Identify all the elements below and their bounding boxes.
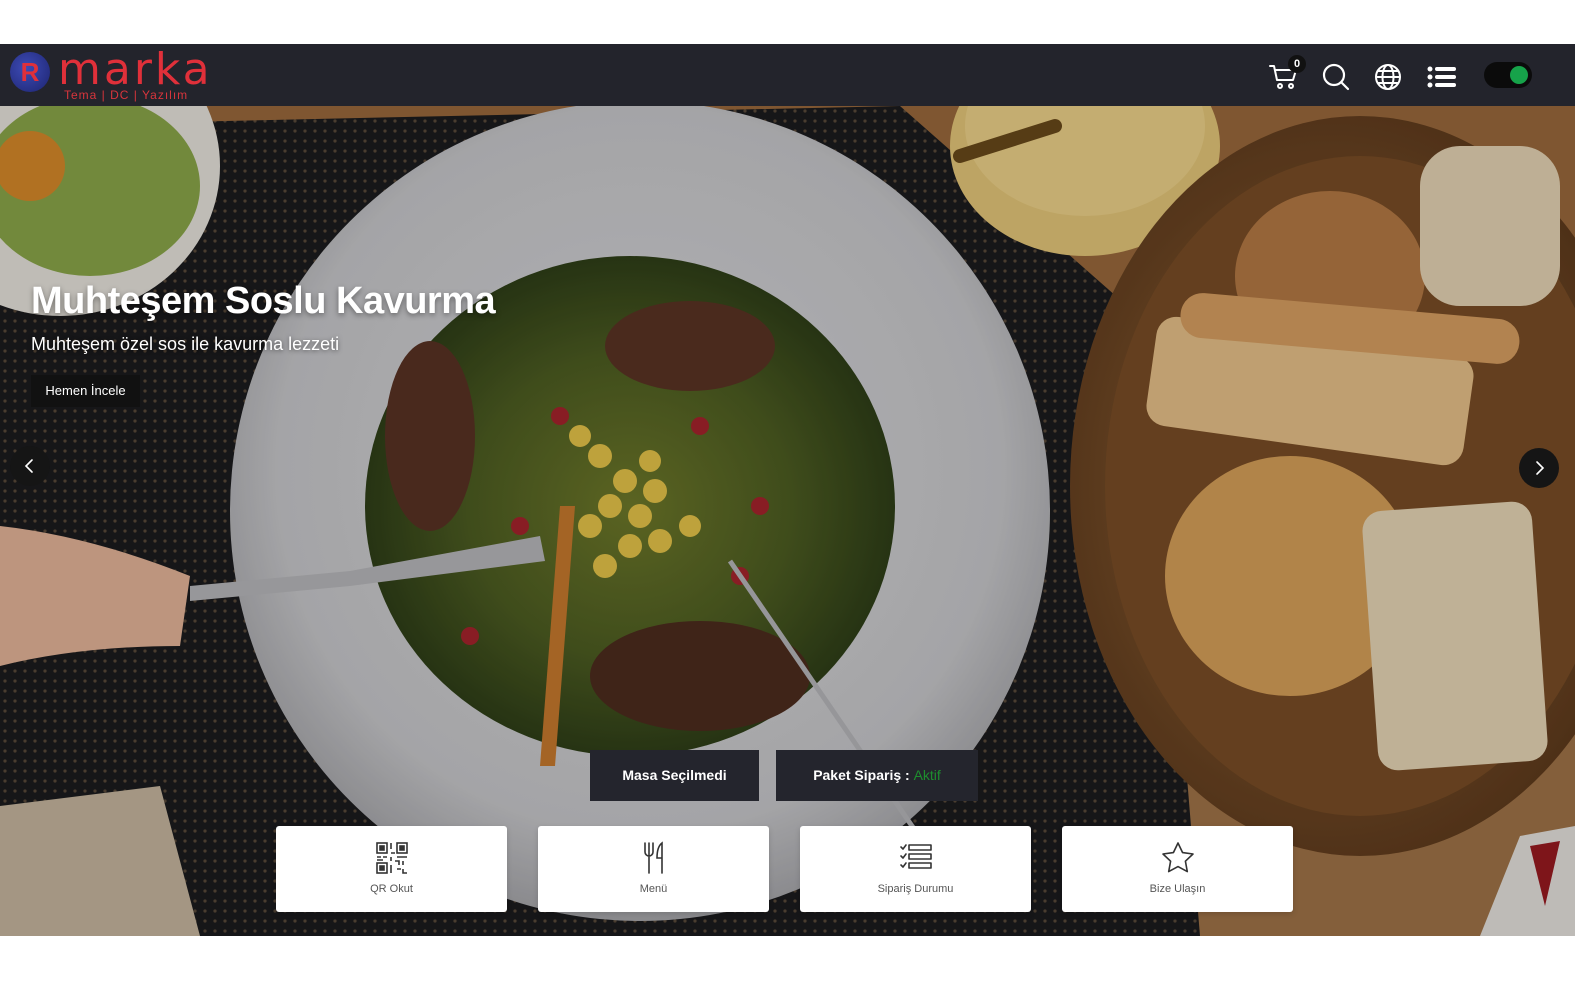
slider-prev-button[interactable] — [10, 446, 50, 486]
theme-toggle[interactable] — [1484, 62, 1532, 88]
hero-cta-button[interactable]: Hemen İncele — [31, 375, 140, 407]
list-icon — [1427, 66, 1456, 88]
star-icon — [1162, 842, 1194, 873]
bottom-blank-area — [0, 936, 1575, 984]
logo-letter: R — [20, 57, 40, 87]
contact-card[interactable]: Bize Ulaşın — [1062, 826, 1293, 912]
hero-title: Muhteşem Soslu Kavurma — [31, 280, 496, 322]
qr-scan-label: QR Okut — [370, 883, 413, 895]
menu-label: Menü — [639, 883, 668, 895]
quick-actions: QR Okut Menü Sipariş Durumu Bize Ulaşın — [0, 826, 1575, 914]
hero-slider: Muhteşem Soslu Kavurma Muhteşem özel sos… — [0, 106, 1575, 936]
chevron-right-icon — [1536, 461, 1545, 475]
table-status-label: Masa Seçilmedi — [622, 767, 727, 783]
navbar: R marka Tema | DC | Yazılım 0 — [0, 44, 1575, 106]
package-order-label: Paket Sipariş : — [813, 767, 910, 783]
slider-next-button[interactable] — [1519, 448, 1559, 488]
brand-logo[interactable]: R marka Tema | DC | Yazılım — [10, 48, 240, 102]
cart-count-badge: 0 — [1288, 55, 1306, 73]
search-icon — [1322, 63, 1350, 91]
search-button[interactable] — [1320, 61, 1352, 93]
hero-subtitle: Muhteşem özel sos ile kavurma lezzeti — [31, 334, 340, 354]
package-order-status: Aktif — [913, 767, 941, 783]
logo-wordmark: marka — [58, 44, 213, 95]
top-blank-area — [0, 0, 1575, 44]
language-button[interactable] — [1372, 61, 1404, 93]
logo-tagline: Tema | DC | Yazılım — [64, 88, 189, 102]
hero-dim-overlay — [0, 106, 1575, 936]
contact-label: Bize Ulaşın — [1149, 883, 1206, 895]
table-status-button[interactable]: Masa Seçilmedi — [590, 750, 759, 801]
toggle-knob — [1510, 66, 1528, 84]
globe-icon — [1375, 64, 1401, 90]
qr-scan-card[interactable]: QR Okut — [276, 826, 507, 912]
cart-button[interactable]: 0 — [1268, 55, 1306, 93]
qr-code-icon — [376, 842, 408, 874]
menu-list-button[interactable] — [1426, 61, 1458, 93]
order-status-label: Sipariş Durumu — [877, 883, 954, 895]
fork-knife-icon — [644, 841, 663, 874]
chevron-left-icon — [24, 459, 33, 473]
order-status-card[interactable]: Sipariş Durumu — [800, 826, 1031, 912]
package-order-button[interactable]: Paket Sipariş : Aktif — [776, 750, 978, 801]
checklist-icon — [900, 844, 932, 869]
menu-card[interactable]: Menü — [538, 826, 769, 912]
